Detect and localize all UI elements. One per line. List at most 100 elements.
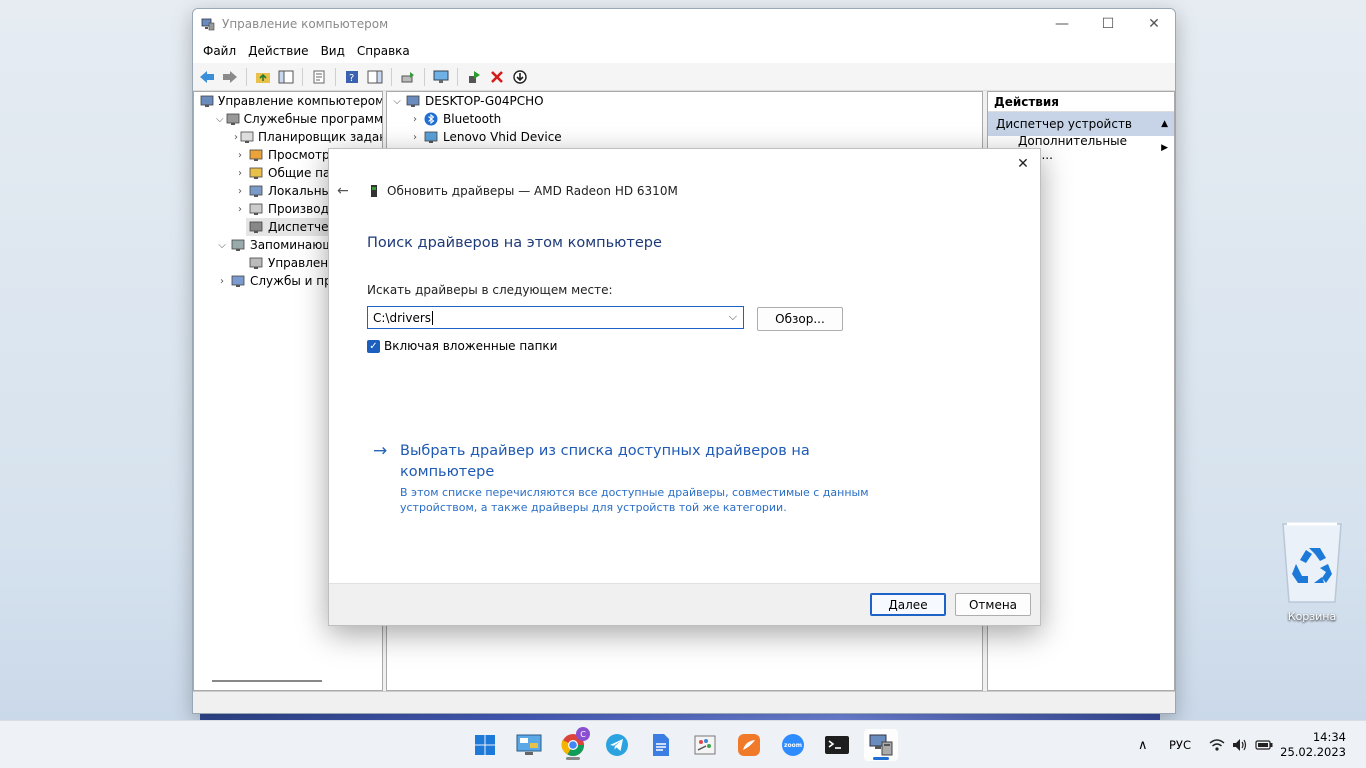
device-tree-item[interactable]: › Lenovo Vhid Device [387,128,982,146]
wifi-icon [1209,739,1225,751]
expand-chevron-icon[interactable]: › [216,276,228,287]
maximize-button[interactable]: ☐ [1085,9,1131,39]
control-panel-icon [516,734,542,755]
clock[interactable]: 14:34 25.02.2023 [1280,730,1346,760]
update-driver-button[interactable] [398,67,418,87]
expand-chevron-icon[interactable]: › [234,168,246,179]
tree-item[interactable]: Управление компьютером (л [194,92,382,110]
console-tree-icon [278,70,294,83]
minimize-button[interactable]: — [1039,9,1085,39]
tree-item[interactable]: ⌵ Служебные программы [194,110,382,128]
device-tree-item[interactable]: › Bluetooth [387,110,982,128]
running-indicator [566,757,580,760]
browse-button[interactable]: Обзор... [757,307,843,331]
chrome-profile-badge: C [576,727,590,741]
chevron-down-icon[interactable]: ⌵ [729,310,737,324]
disable-device-button[interactable] [510,67,530,87]
taskbar-control-panel[interactable] [512,729,546,761]
dialog-back-button[interactable]: ← [337,183,355,199]
update-driver-dialog: ✕ ← Обновить драйверы — AMD Radeon HD 63… [328,148,1041,626]
menu-file[interactable]: Файл [197,44,242,58]
back-button[interactable] [197,67,217,87]
enable-device-icon [469,70,480,83]
forward-arrow-icon [223,70,237,83]
monitor-icon [433,70,449,83]
dialog-title: Обновить драйверы — AMD Radeon HD 6310M [387,184,678,198]
menu-bar: Файл Действие Вид Справка [193,39,1175,63]
delete-x-icon [491,70,503,83]
include-subfolders-checkbox[interactable]: ✓ [367,339,380,353]
recycle-bin-shortcut[interactable]: Корзина [1276,520,1348,623]
hid-device-icon [423,129,439,145]
device-tree-item[interactable]: ⌵ DESKTOP-G04PCHO [387,92,982,110]
menu-view[interactable]: Вид [315,44,351,58]
taskbar-zoom[interactable]: zoom [776,729,810,761]
forward-button[interactable] [220,67,240,87]
taskbar-telegram[interactable] [600,729,634,761]
expand-chevron-icon[interactable]: › [409,114,421,125]
expand-chevron-icon[interactable]: › [409,132,421,143]
cancel-button[interactable]: Отмена [955,593,1031,616]
tray-overflow[interactable]: ∧ [1138,721,1148,768]
enable-device-button[interactable] [464,67,484,87]
horizontal-scrollbar[interactable] [212,680,322,682]
action-pane-icon [367,70,383,83]
taskbar-orange-app[interactable] [732,729,766,761]
computer-management-icon [869,734,893,756]
expand-chevron-icon[interactable]: › [234,132,238,143]
performance-icon [248,201,264,217]
tree-item-label: Управление компьютером (л [218,94,383,108]
taskbar-google-docs[interactable] [644,729,678,761]
tools-icon [226,111,240,127]
menu-help[interactable]: Справка [351,44,416,58]
taskbar-terminal[interactable] [820,729,854,761]
title-bar[interactable]: Управление компьютером — ☐ ✕ [193,9,1175,39]
text-cursor [432,310,434,325]
properties-button[interactable] [309,67,329,87]
start-button[interactable] [468,729,502,761]
show-hide-tree-button[interactable] [276,67,296,87]
dialog-header: ← Обновить драйверы — AMD Radeon HD 6310… [337,183,678,199]
driver-path-combobox[interactable]: C:\drivers ⌵ [367,306,744,329]
expand-chevron-icon[interactable]: › [234,204,246,215]
uninstall-device-button[interactable] [487,67,507,87]
chevron-up-icon[interactable]: ∧ [1138,738,1148,753]
help-button[interactable]: ? [342,67,362,87]
expand-chevron-icon[interactable]: › [234,150,246,161]
dialog-footer: Далее Отмена [329,583,1040,625]
language-indicator[interactable]: РУС [1169,721,1191,768]
storage-icon [230,237,246,253]
actions-device-manager[interactable]: Диспетчер устройств ▲ [988,112,1174,136]
dialog-close-button[interactable]: ✕ [1012,153,1034,175]
disable-down-icon [513,69,527,84]
recycle-bin-icon [1282,522,1342,603]
search-location-label: Искать драйверы в следующем месте: [367,283,613,297]
taskbar-chrome[interactable]: C [556,727,590,761]
scan-hardware-icon [401,71,414,82]
toolbar-separator [335,67,336,86]
scan-button[interactable] [431,67,451,87]
up-level-button[interactable] [253,67,273,87]
next-button[interactable]: Далее [870,593,946,616]
include-subfolders-row[interactable]: ✓ Включая вложенные папки [367,339,557,353]
expand-chevron-icon[interactable]: ⌵ [216,240,228,251]
include-subfolders-label[interactable]: Включая вложенные папки [384,339,557,353]
zoom-label: zoom [784,741,802,749]
expand-chevron-icon[interactable]: ⌵ [216,114,224,125]
pick-from-list-title[interactable]: Выбрать драйвер из списка доступных драй… [400,441,820,483]
action-pane-button[interactable] [365,67,385,87]
menu-action[interactable]: Действие [242,44,314,58]
close-button[interactable]: ✕ [1131,9,1175,39]
expand-chevron-icon[interactable]: ⌵ [391,96,403,107]
properties-icon [313,70,325,83]
computer-management-icon [201,18,215,31]
tree-item[interactable]: › Планировщик заданий [194,128,382,146]
expand-chevron-icon[interactable]: › [234,186,246,197]
taskbar-paint[interactable] [688,729,722,761]
taskbar-computer-management[interactable] [864,729,898,761]
toolbar-separator [391,67,392,86]
collapse-up-icon[interactable]: ▲ [1161,119,1168,129]
shared-folder-icon [248,165,264,181]
quick-settings[interactable] [1209,721,1273,768]
windows-logo-icon [475,735,495,755]
